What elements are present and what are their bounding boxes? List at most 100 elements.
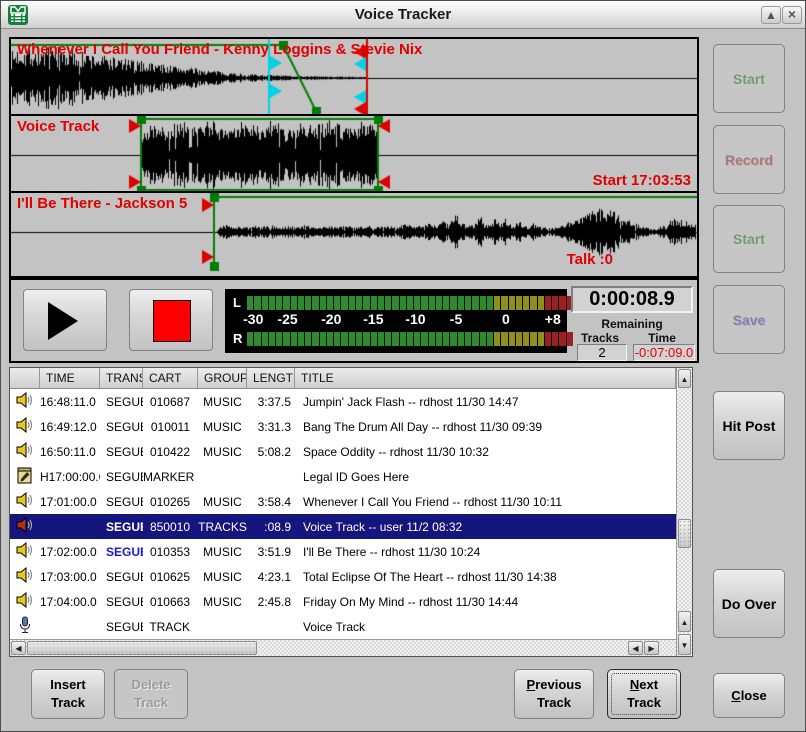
vu-segment [523, 332, 529, 346]
log-row-3[interactable]: 16:50:11.0SEGUE010422MUSIC5:08.2Space Od… [10, 439, 676, 464]
vu-segment [312, 332, 318, 346]
log-row-6[interactable]: SEGUE850010TRACKS:08.9Voice Track -- use… [10, 514, 676, 539]
vu-segment [283, 296, 289, 310]
scroll-right-button[interactable]: ▶ [644, 641, 659, 655]
cell-trans: SEGUE [100, 395, 143, 409]
vu-segment [494, 332, 500, 346]
vertical-scrollbar-thumb[interactable] [678, 519, 691, 548]
vu-left-label: L [233, 295, 241, 310]
remaining-tracks-label: Tracks [571, 331, 629, 345]
cell-time: 17:02:00.0 [40, 545, 100, 559]
vu-scale-tick: -20 [321, 311, 341, 327]
log-row-8[interactable]: 17:03:00.0SEGUE010625MUSIC4:23.1Total Ec… [10, 564, 676, 589]
vu-segment [429, 332, 435, 346]
log-row-1[interactable]: 16:48:11.0SEGUE010687MUSIC3:37.5Jumpin' … [10, 389, 676, 414]
vu-segment [254, 296, 260, 310]
vu-segment [494, 296, 500, 310]
close-button[interactable]: Close [713, 673, 785, 718]
cell-cart: 010663 [143, 595, 198, 609]
log-row-2[interactable]: 16:49:12.0SEGUE010011MUSIC3:31.3Bang The… [10, 414, 676, 439]
speaker-icon [10, 417, 40, 436]
speaker-icon [10, 492, 40, 511]
vu-segment [356, 332, 362, 346]
scroll-down-button[interactable]: ▼ [678, 634, 691, 655]
horizontal-scrollbar[interactable]: ◀ ◀ ▶ [10, 639, 676, 656]
shade-window-button[interactable]: ▲ [761, 6, 781, 24]
scroll-left-button-2[interactable]: ◀ [628, 641, 643, 655]
scroll-up-button[interactable]: ▲ [678, 369, 691, 388]
button-label: Insert [50, 676, 85, 694]
vu-segment [385, 296, 391, 310]
cell-title: Voice Track -- user 11/2 08:32 [295, 520, 676, 534]
microphone-icon [10, 616, 40, 637]
vu-segment [291, 296, 297, 310]
cell-trans: SEGUE [100, 420, 143, 434]
column-header-cart[interactable]: CART [143, 368, 198, 389]
cell-title: Space Oddity -- rdhost 11/30 10:32 [295, 445, 676, 459]
speaker-icon [10, 392, 40, 411]
log-row-5[interactable]: 17:01:00.0SEGUE010265MUSIC3:58.4Whenever… [10, 489, 676, 514]
track-start-marker[interactable] [203, 193, 227, 272]
vu-segment [254, 332, 260, 346]
speaker-red-icon [10, 517, 40, 536]
close-window-button[interactable]: × [782, 6, 802, 24]
cell-title: Legal ID Goes Here [295, 470, 676, 484]
vu-scale: -30-25-20-15-10-50+8 [247, 311, 559, 329]
previous-track-button[interactable]: PreviousTrack [514, 669, 594, 719]
log-row-7[interactable]: 17:02:00.0SEGUE010353MUSIC3:51.9I'll Be … [10, 539, 676, 564]
horizontal-scrollbar-thumb[interactable] [27, 641, 257, 655]
track-3-title: I'll Be There - Jackson 5 [17, 195, 187, 212]
scroll-left-button[interactable]: ◀ [11, 641, 26, 655]
log-row-10[interactable]: SEGUETRACKVoice Track [10, 614, 676, 639]
vu-segment [480, 296, 486, 310]
cell-time: 16:49:12.0 [40, 420, 100, 434]
column-header-time[interactable]: TIME [40, 368, 100, 389]
scroll-up-button-2[interactable]: ▲ [678, 611, 691, 632]
log-table: TIMETRANSCARTGROUPLENGTHTITLE 16:48:11.0… [9, 367, 693, 657]
segue-marker[interactable] [357, 39, 379, 114]
cell-cart: 010625 [143, 570, 198, 584]
do-over-button[interactable]: Do Over [713, 569, 785, 638]
vertical-scrollbar[interactable]: ▲ ▲ ▼ [676, 368, 692, 656]
voicetrack-start-marker[interactable] [129, 116, 153, 191]
vu-segment [378, 296, 384, 310]
column-header-icon[interactable] [10, 368, 40, 389]
vu-segment [298, 332, 304, 346]
stop-button[interactable] [129, 289, 213, 351]
column-header-title[interactable]: TITLE [295, 368, 676, 389]
cell-length: 4:23.1 [247, 570, 295, 584]
vu-segment [247, 296, 253, 310]
vu-segment [559, 296, 565, 310]
vu-segment [363, 332, 369, 346]
cell-cart: 010265 [143, 495, 198, 509]
cell-cart: TRACK [143, 620, 198, 634]
vu-segment [320, 332, 326, 346]
next-track-button[interactable]: NextTrack [607, 669, 681, 719]
vu-segment [421, 332, 427, 346]
insert-track-button[interactable]: InsertTrack [31, 669, 105, 719]
column-header-length[interactable]: LENGTH [247, 368, 295, 389]
vu-segment [349, 332, 355, 346]
column-header-group[interactable]: GROUP [198, 368, 247, 389]
button-label: Close [731, 687, 766, 705]
cell-time: 17:04:00.0 [40, 595, 100, 609]
log-row-4[interactable]: H17:00:00.0SEGUEMARKERLegal ID Goes Here [10, 464, 676, 489]
vu-segment [552, 332, 558, 346]
vu-segment [298, 296, 304, 310]
vu-segment [501, 296, 507, 310]
play-button[interactable] [23, 289, 107, 351]
vu-scale-tick: -25 [277, 311, 297, 327]
vu-segment [378, 332, 384, 346]
hit-post-button[interactable]: Hit Post [713, 391, 785, 460]
vu-segment [530, 296, 536, 310]
voicetrack-end-marker[interactable] [366, 116, 390, 191]
vu-segment [276, 296, 282, 310]
vu-segment [320, 296, 326, 310]
fadedown-marker[interactable] [273, 39, 323, 114]
cell-trans: SEGUE [100, 445, 143, 459]
close-icon: × [788, 6, 796, 22]
log-row-9[interactable]: 17:04:00.0SEGUE010663MUSIC2:45.8Friday O… [10, 589, 676, 614]
remaining-label: Remaining [571, 317, 693, 331]
cell-length: 3:51.9 [247, 545, 295, 559]
column-header-trans[interactable]: TRANS [100, 368, 143, 389]
